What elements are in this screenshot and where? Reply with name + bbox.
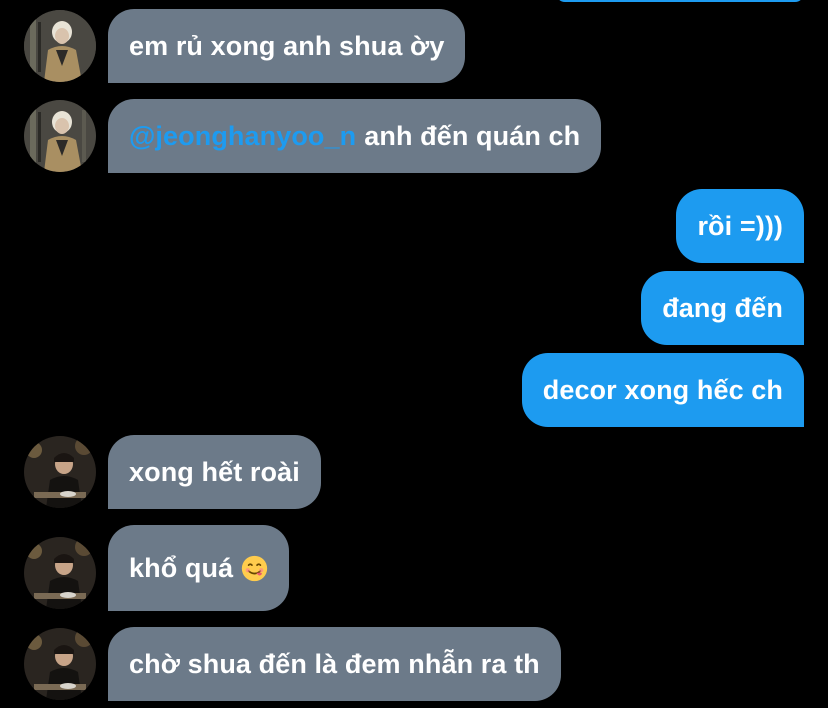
chat-thread: em rủ xong anh shua ờy @jeonghanyoo_n an…	[0, 0, 828, 708]
avatar[interactable]	[24, 100, 96, 172]
incoming-message-bubble[interactable]: xong hết roài	[108, 435, 321, 509]
avatar[interactable]	[24, 628, 96, 700]
incoming-message-bubble[interactable]: @jeonghanyoo_n anh đến quán ch	[108, 99, 602, 173]
message-text: khổ quá	[129, 552, 234, 583]
incoming-message-bubble[interactable]: chờ shua đến là đem nhẫn ra th	[108, 627, 561, 701]
previous-message-bubble-edge	[556, 0, 804, 2]
message-text: rồi =)))	[697, 210, 783, 241]
avatar-dark-hair-man-image	[24, 628, 96, 700]
incoming-message-bubble[interactable]: em rủ xong anh shua ờy	[108, 9, 466, 83]
avatar[interactable]	[24, 10, 96, 82]
message-text: anh đến quán ch	[364, 120, 581, 151]
avatar[interactable]	[24, 537, 96, 609]
avatar-blond-man-image	[24, 10, 96, 82]
avatar-dark-hair-man-image	[24, 537, 96, 609]
outgoing-message-bubble[interactable]: decor xong hếc ch	[521, 353, 804, 427]
face-savoring-food-emoji	[242, 555, 268, 581]
outgoing-message-bubble[interactable]: đang đến	[641, 271, 804, 345]
message-text: em rủ xong anh shua ờy	[129, 30, 445, 61]
message-text: xong hết roài	[129, 456, 300, 487]
avatar[interactable]	[24, 436, 96, 508]
message-text: đang đến	[662, 292, 783, 323]
message-text: decor xong hếc ch	[542, 374, 783, 405]
avatar-dark-hair-man-image	[24, 436, 96, 508]
avatar-blond-man-image	[24, 100, 96, 172]
incoming-message-bubble[interactable]: khổ quá	[108, 525, 290, 611]
outgoing-message-bubble[interactable]: rồi =)))	[676, 189, 804, 263]
message-text: chờ shua đến là đem nhẫn ra th	[129, 648, 540, 679]
mention-link[interactable]: @jeonghanyoo_n	[129, 121, 356, 152]
